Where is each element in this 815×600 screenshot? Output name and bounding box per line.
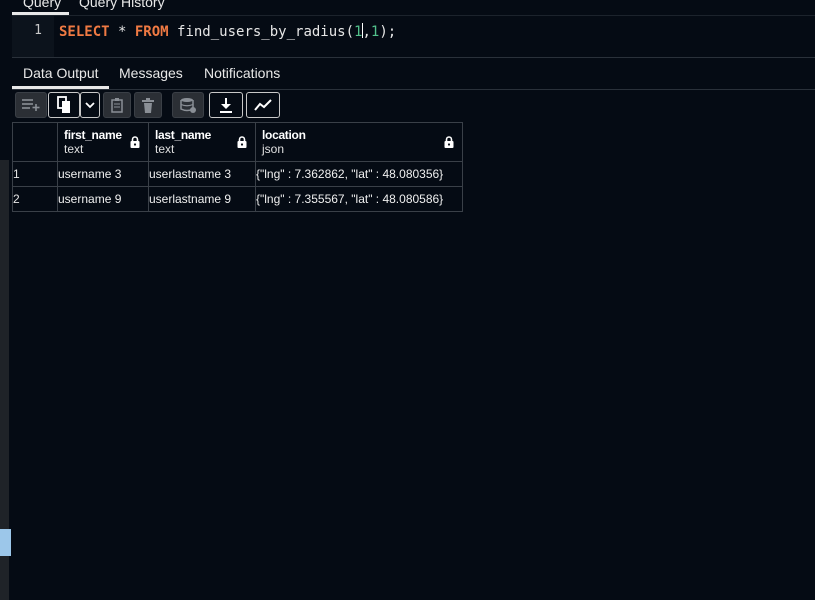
cell-first-name[interactable]: username 3 (57, 161, 149, 187)
result-tabs: Data Output Messages Notifications (12, 57, 815, 90)
graph-visualiser-button[interactable] (246, 92, 280, 118)
code-line[interactable]: SELECT * FROM find_users_by_radius(1,1); (59, 23, 396, 40)
line-number: 1 (34, 23, 42, 38)
delete-button[interactable] (134, 92, 162, 118)
query-tabs: Query Query History (12, 0, 815, 15)
keyword-select: SELECT (59, 24, 110, 40)
data-toolbar (12, 89, 815, 121)
add-row-icon (22, 99, 40, 111)
tab-query-history[interactable]: Query History (79, 0, 165, 10)
column-name: location (262, 128, 306, 142)
add-row-button[interactable] (15, 92, 47, 118)
copy-options-dropdown[interactable] (80, 92, 100, 118)
lock-icon (130, 136, 140, 148)
cell-location[interactable]: {"lng" : 7.355567, "lat" : 48.080586} (255, 186, 463, 212)
column-name: last_name (155, 128, 211, 142)
left-panel-strip (0, 0, 12, 600)
code-star: * (109, 24, 135, 40)
row-number[interactable]: 1 (12, 161, 58, 187)
column-header-location[interactable]: location json (255, 122, 463, 162)
cell-last-name[interactable]: userlastname 3 (148, 161, 256, 187)
chevron-down-icon (85, 102, 95, 109)
editor-gutter: 1 (12, 16, 54, 58)
copy-button[interactable] (48, 92, 80, 118)
table-row[interactable]: 1 username 3 userlastname 3 {"lng" : 7.3… (12, 161, 463, 187)
lock-icon (444, 136, 454, 148)
tab-notifications[interactable]: Notifications (204, 65, 280, 81)
paste-button[interactable] (103, 92, 131, 118)
download-button[interactable] (209, 92, 243, 118)
sql-editor[interactable]: 1 SELECT * FROM find_users_by_radius(1,1… (12, 15, 815, 58)
save-data-icon (180, 98, 196, 113)
column-header-last-name[interactable]: last_name text (148, 122, 256, 162)
cell-last-name[interactable]: userlastname 9 (148, 186, 256, 212)
column-type: json (262, 142, 285, 156)
column-header-first-name[interactable]: first_name text (57, 122, 149, 162)
keyword-from: FROM (134, 24, 169, 40)
cell-first-name[interactable]: username 9 (57, 186, 149, 212)
scrollbar-thumb[interactable] (0, 529, 11, 556)
lock-icon (237, 136, 247, 148)
row-number[interactable]: 2 (12, 186, 58, 212)
tab-query[interactable]: Query (23, 0, 61, 10)
copy-icon (57, 96, 70, 113)
tab-messages[interactable]: Messages (119, 65, 183, 81)
result-grid: first_name text last_name text location … (12, 122, 463, 212)
function-call: find_users_by_radius( (168, 24, 355, 40)
code-end: ); (379, 24, 397, 40)
column-type: text (155, 142, 175, 156)
table-row[interactable]: 2 username 9 userlastname 9 {"lng" : 7.3… (12, 186, 463, 212)
cell-location[interactable]: {"lng" : 7.362862, "lat" : 48.080356} (255, 161, 463, 187)
graph-icon (254, 99, 272, 111)
tab-data-output[interactable]: Data Output (23, 65, 99, 81)
paste-icon (111, 98, 123, 113)
delete-icon (142, 97, 154, 113)
row-number-header[interactable] (12, 122, 58, 162)
header-row: first_name text last_name text location … (12, 122, 463, 162)
code-comma: , (362, 24, 371, 40)
download-icon (220, 98, 232, 113)
save-data-button[interactable] (172, 92, 204, 118)
